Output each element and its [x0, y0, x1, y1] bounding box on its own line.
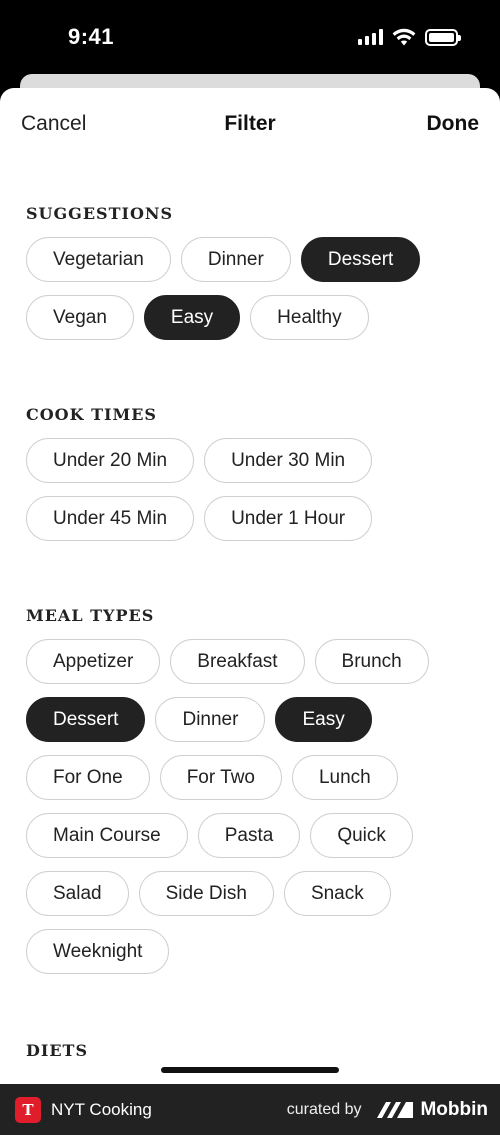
- section-title: DIETS: [26, 1041, 89, 1060]
- footer-curated-by: curated by: [286, 1100, 362, 1118]
- filter-chip-appetizer[interactable]: Appetizer: [26, 639, 161, 684]
- filter-chip-for-two[interactable]: For Two: [159, 755, 282, 800]
- filter-chip-breakfast[interactable]: Breakfast: [170, 639, 305, 684]
- footer-app-name: NYT Cooking: [51, 1099, 152, 1119]
- filter-chip-quick[interactable]: Quick: [310, 813, 413, 858]
- filter-chip-dessert[interactable]: Dessert: [26, 697, 146, 742]
- mobbin-logo-icon: [377, 1101, 414, 1118]
- filter-chip-salad[interactable]: Salad: [26, 871, 129, 916]
- nav-bar: Cancel Filter Done: [0, 88, 500, 160]
- filter-chip-vegetarian[interactable]: Vegetarian: [26, 237, 171, 282]
- filter-chip-under-45-min[interactable]: Under 45 Min: [26, 496, 195, 541]
- section-title: SUGGESTIONS: [26, 204, 174, 223]
- status-time: 9:41: [68, 24, 115, 49]
- phone-screen: 9:41 Cancel Filter Done SUGGESTIONS Vege…: [0, 0, 500, 1135]
- wifi-icon: [392, 28, 416, 46]
- home-indicator: [161, 1067, 339, 1073]
- chip-group: Under 20 Min Under 30 Min Under 45 Min Unde…: [26, 438, 480, 541]
- filter-chip-pasta[interactable]: Pasta: [197, 813, 301, 858]
- filter-chip-lunch[interactable]: Lunch: [291, 755, 398, 800]
- filter-chip-for-one[interactable]: For One: [26, 755, 150, 800]
- filter-chip-healthy[interactable]: Healthy: [250, 295, 369, 340]
- filter-chip-side-dish[interactable]: Side Dish: [138, 871, 274, 916]
- cook-times-section: COOK TIMES Under 20 Min Under 30 Min Under…: [26, 405, 480, 541]
- filter-chip-dessert[interactable]: Dessert: [300, 237, 421, 282]
- filter-chip-vegan[interactable]: Vegan: [26, 295, 134, 340]
- done-button[interactable]: Done: [427, 112, 480, 136]
- footer-brand: Mobbin: [420, 1098, 488, 1120]
- filter-chip-under-1-hour[interactable]: Under 1 Hour: [204, 496, 373, 541]
- filter-chip-easy[interactable]: Easy: [143, 295, 241, 340]
- filter-chip-snack[interactable]: Snack: [283, 871, 391, 916]
- filter-chip-dinner[interactable]: Dinner: [155, 697, 266, 742]
- chip-group: Appetizer Breakfast Brunch Dessert Dinner Eas…: [26, 639, 480, 974]
- suggestions-section: SUGGESTIONS Vegetarian Dinner Dessert Vegan…: [26, 204, 480, 340]
- filter-chip-dinner[interactable]: Dinner: [180, 237, 291, 282]
- status-bar: 9:41: [0, 0, 500, 76]
- battery-icon: [425, 28, 461, 46]
- status-icons: [358, 28, 461, 46]
- attribution-footer: T NYT Cooking curated by Mobbin: [0, 1084, 500, 1135]
- filter-sheet: Cancel Filter Done SUGGESTIONS Vegetaria…: [0, 88, 500, 1135]
- filter-chip-weeknight[interactable]: Weeknight: [26, 929, 170, 974]
- meal-types-section: MEAL TYPES Appetizer Breakfast Brunch Desse…: [26, 606, 480, 974]
- filter-chip-easy[interactable]: Easy: [275, 697, 372, 742]
- chip-group: Vegetarian Dinner Dessert Vegan Easy Healthy: [26, 237, 480, 340]
- section-title: COOK TIMES: [26, 405, 157, 424]
- filter-chip-under-20-min[interactable]: Under 20 Min: [26, 438, 195, 483]
- section-title: MEAL TYPES: [26, 606, 155, 625]
- filter-chip-main-course[interactable]: Main Course: [26, 813, 188, 858]
- nyt-cooking-logo-icon: T: [15, 1096, 41, 1123]
- page-title: Filter: [224, 112, 276, 135]
- filter-chip-brunch[interactable]: Brunch: [314, 639, 429, 684]
- filter-chip-under-30-min[interactable]: Under 30 Min: [204, 438, 373, 483]
- cellular-signal-icon: [358, 29, 383, 45]
